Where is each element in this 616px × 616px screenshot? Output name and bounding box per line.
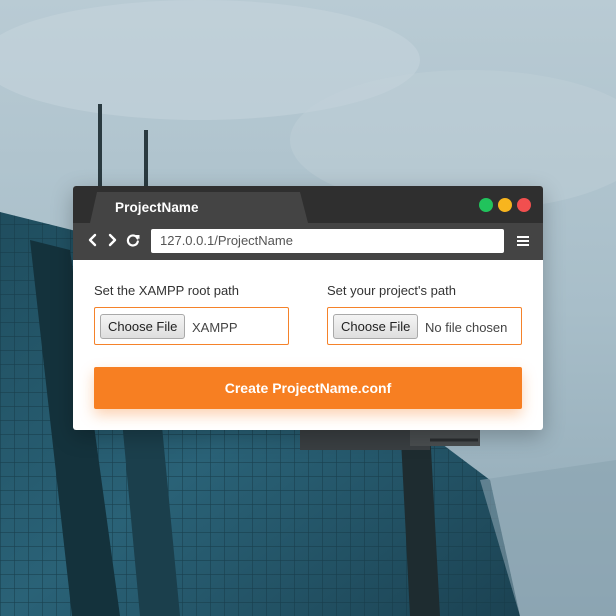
reload-icon[interactable] xyxy=(125,232,141,248)
xampp-path-label: Set the XAMPP root path xyxy=(94,283,240,298)
project-file-input[interactable]: Choose File No file chosen xyxy=(327,307,522,345)
xampp-choose-file-button[interactable]: Choose File xyxy=(100,314,186,339)
xampp-file-name: XAMPP xyxy=(192,320,238,335)
create-conf-button[interactable]: Create ProjectName.conf xyxy=(94,367,522,409)
maximize-dot-icon[interactable] xyxy=(479,198,493,212)
browser-toolbar xyxy=(73,223,543,260)
project-file-name: No file chosen xyxy=(425,320,508,335)
project-path-label: Set your project's path xyxy=(327,283,456,298)
address-bar[interactable] xyxy=(151,229,504,253)
browser-window: ProjectName Set the XAMPP root path Choo… xyxy=(73,186,543,430)
hamburger-menu-icon[interactable] xyxy=(516,234,530,248)
minimize-dot-icon[interactable] xyxy=(498,198,512,212)
page-content: Set the XAMPP root path Choose File XAMP… xyxy=(73,260,543,430)
title-bar: ProjectName xyxy=(73,186,543,223)
back-arrow-icon[interactable] xyxy=(85,232,101,248)
forward-arrow-icon[interactable] xyxy=(104,232,120,248)
close-dot-icon[interactable] xyxy=(517,198,531,212)
project-choose-file-button[interactable]: Choose File xyxy=(333,314,419,339)
xampp-file-input[interactable]: Choose File XAMPP xyxy=(94,307,289,345)
tab-title: ProjectName xyxy=(115,200,199,215)
